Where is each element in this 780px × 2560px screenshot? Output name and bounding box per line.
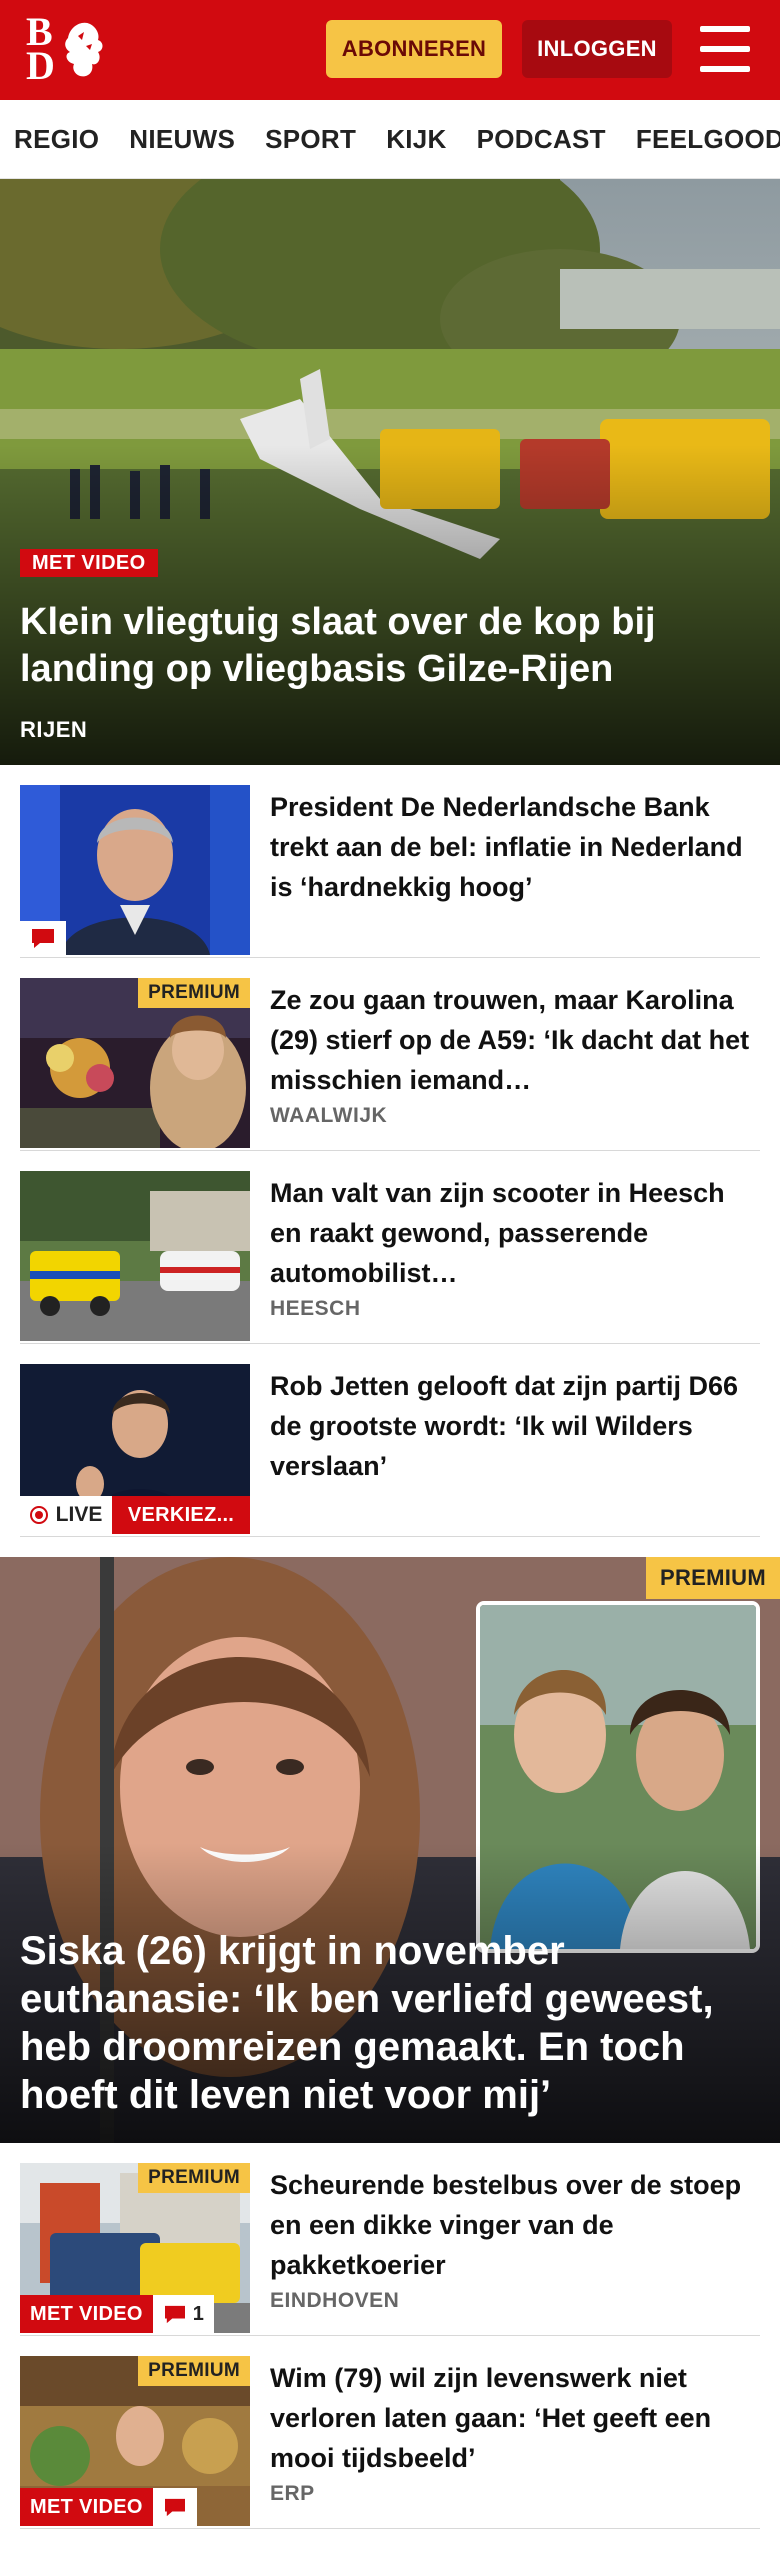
site-logo[interactable]: B D [26,12,116,88]
premium-badge: PREMIUM [138,2356,250,2386]
lion-icon [65,22,103,77]
live-indicator: LIVE VERKIEZ... [20,1496,250,1534]
comment-icon [32,929,54,948]
feature-article[interactable]: PREMIUM Siska (26) krijgt in november eu… [0,1557,780,2143]
article-title[interactable]: Scheurende bestelbus over de stoep en ee… [270,2165,760,2285]
article-thumbnail[interactable]: PREMIUM MET VIDEO 1 [20,2163,250,2333]
premium-badge: PREMIUM [138,978,250,1008]
article-row[interactable]: PREMIUM Ze zou gaan trouwen, maar Karoli… [20,958,760,1151]
article-title[interactable]: Rob Jetten gelooft dat zijn partij D66 d… [270,1366,760,1486]
article-thumbnail[interactable]: PREMIUM MET VIDEO [20,2356,250,2526]
video-badge: MET VIDEO [20,549,158,577]
hamburger-menu-icon[interactable] [700,26,750,72]
article-thumbnail[interactable] [20,785,250,955]
hero-location: RIJEN [20,717,88,742]
logo-letter-d: D [26,43,55,88]
nav-item-feelgood[interactable]: FEELGOOD [636,124,780,155]
nav-item-kijk[interactable]: KIJK [386,124,446,155]
article-thumbnail[interactable] [20,1171,250,1341]
media-badges: MET VIDEO 1 [20,2295,214,2333]
article-title[interactable]: Man valt van zijn scooter in Heesch en r… [270,1173,760,1293]
article-row[interactable]: President De Nederlandsche Bank trekt aa… [20,765,760,958]
hero-article[interactable]: MET VIDEO Klein vliegtuig slaat over de … [0,179,780,765]
login-button[interactable]: INLOGGEN [522,20,672,78]
video-badge: MET VIDEO [20,2488,153,2526]
article-row[interactable]: LIVE VERKIEZ... Rob Jetten gelooft dat z… [20,1344,760,1537]
article-thumbnail[interactable]: PREMIUM [20,978,250,1148]
hero-title[interactable]: Klein vliegtuig slaat over de kop bij la… [20,599,750,693]
live-dot-icon [29,1506,48,1524]
premium-badge: PREMIUM [646,1557,780,1599]
site-header: B D ABONNEREN INLOGGEN [0,0,780,100]
nav-item-regio[interactable]: REGIO [14,124,99,155]
article-row[interactable]: PREMIUM MET VIDEO Wim (79) wil zijn leve… [20,2336,760,2529]
comment-icon [164,2305,185,2324]
nav-item-podcast[interactable]: PODCAST [477,124,606,155]
article-thumbnail[interactable]: LIVE VERKIEZ... [20,1364,250,1534]
live-tag: VERKIEZ... [112,1496,250,1534]
article-location: HEESCH [270,1297,361,1320]
article-location: ERP [270,2482,315,2505]
category-nav: REGIO NIEUWS SPORT KIJK PODCAST FEELGOOD [0,100,780,179]
article-title[interactable]: Wim (79) wil zijn levenswerk niet verlor… [270,2358,760,2478]
premium-badge: PREMIUM [138,2163,250,2193]
article-location: EINDHOVEN [270,2289,400,2312]
nav-item-nieuws[interactable]: NIEUWS [129,124,235,155]
comment-badge [152,2488,197,2526]
feature-title[interactable]: Siska (26) krijgt in november euthanasie… [20,1927,740,2119]
comment-count: 1 [152,2295,214,2333]
thumbnail-image [20,1171,250,1341]
subscribe-button[interactable]: ABONNEREN [326,20,502,78]
live-text: LIVE [55,1503,103,1526]
comment-badge [20,921,66,955]
article-title[interactable]: President De Nederlandsche Bank trekt aa… [270,787,760,907]
article-title[interactable]: Ze zou gaan trouwen, maar Karolina (29) … [270,980,760,1100]
comment-icon [164,2498,185,2517]
nav-item-sport[interactable]: SPORT [265,124,356,155]
article-row[interactable]: Man valt van zijn scooter in Heesch en r… [20,1151,760,1344]
article-row[interactable]: PREMIUM MET VIDEO 1 Scheurende bestelbus… [20,2143,760,2336]
comment-count-value: 1 [192,2302,204,2325]
media-badges: MET VIDEO [20,2488,197,2526]
video-badge: MET VIDEO [20,2295,153,2333]
article-location: WAALWIJK [270,1104,388,1127]
live-label: LIVE [20,1496,112,1534]
